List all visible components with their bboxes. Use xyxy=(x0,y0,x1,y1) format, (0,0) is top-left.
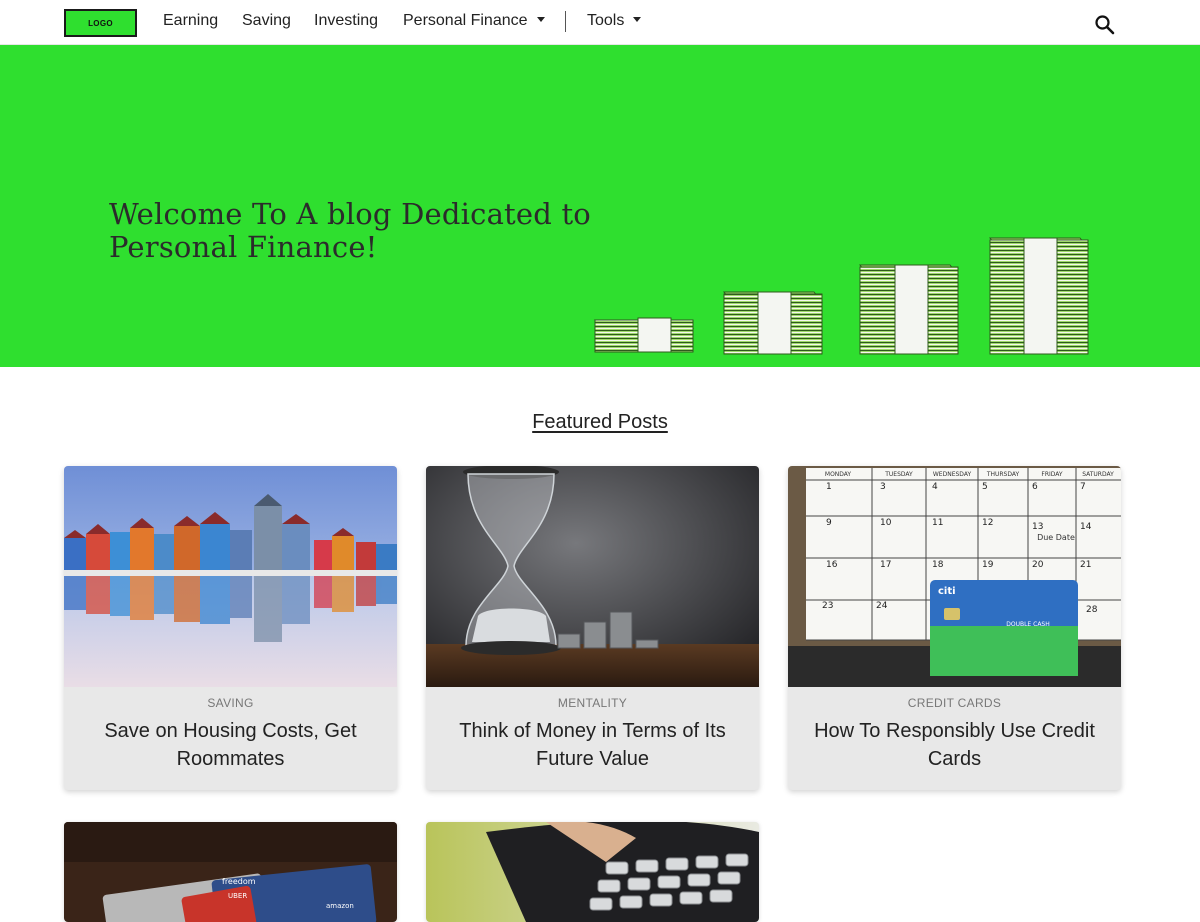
post-card-housing[interactable]: SAVING Save on Housing Costs, Get Roomma… xyxy=(64,466,397,790)
calendar-date: 6 xyxy=(1032,482,1038,492)
money-stack-small xyxy=(593,317,695,353)
calendar-date: 13 xyxy=(1032,522,1043,532)
calendar-day-header: THURSDAY xyxy=(986,471,1020,478)
card-label-amazon: amazon xyxy=(326,902,354,910)
nav-personal-finance-dropdown[interactable]: Personal Finance xyxy=(403,12,545,30)
post-image-calendar-credit-card: MONDAY TUESDAY WEDNESDAY THURSDAY FRIDAY… xyxy=(788,466,1121,687)
post-image-credit-cards-stack: freedom UBER amazon xyxy=(64,822,397,922)
search-icon xyxy=(1095,15,1115,35)
post-card-calculator[interactable] xyxy=(426,822,759,922)
calendar-day-header: MONDAY xyxy=(825,471,852,478)
post-title[interactable]: Save on Housing Costs, Get Roommates xyxy=(84,717,377,773)
nav-investing[interactable]: Investing xyxy=(314,12,378,30)
post-image-waterfront-houses xyxy=(64,466,397,687)
post-title[interactable]: How To Responsibly Use Credit Cards xyxy=(808,717,1101,773)
nav-divider xyxy=(565,11,566,32)
calendar-date: 9 xyxy=(826,518,832,528)
calendar-date: 4 xyxy=(932,482,938,492)
calendar-date: 7 xyxy=(1080,482,1086,492)
hero-title: Welcome To A blog Dedicated to Personal … xyxy=(109,197,591,264)
calendar-day-header: TUESDAY xyxy=(884,471,913,478)
card-brand: citi xyxy=(938,586,956,597)
top-navbar: LOGO Earning Saving Investing Personal F… xyxy=(0,0,1200,45)
card-name: DOUBLE CASH xyxy=(1006,621,1050,628)
due-date-note: Due Date xyxy=(1037,533,1075,542)
money-stack-medium xyxy=(722,291,824,355)
post-title[interactable]: Think of Money in Terms of Its Future Va… xyxy=(446,717,739,773)
calendar-date: 12 xyxy=(982,518,993,528)
post-card-future-value[interactable]: MENTALITY Think of Money in Terms of Its… xyxy=(426,466,759,790)
calendar-date: 16 xyxy=(826,560,838,570)
calendar-date: 14 xyxy=(1080,522,1092,532)
calendar-date: 20 xyxy=(1032,560,1044,570)
nav-tools-dropdown[interactable]: Tools xyxy=(587,12,642,30)
calendar-date: 21 xyxy=(1080,560,1091,570)
search-button[interactable] xyxy=(1094,14,1116,36)
calendar-date: 17 xyxy=(880,560,891,570)
calendar-day-header: SATURDAY xyxy=(1082,471,1114,478)
calendar-date: 5 xyxy=(982,482,988,492)
calendar-date: 19 xyxy=(982,560,994,570)
caret-down-icon xyxy=(536,17,545,22)
calendar-date: 18 xyxy=(932,560,944,570)
calendar-date: 11 xyxy=(932,518,943,528)
post-card-credit-cards-stack[interactable]: freedom UBER amazon xyxy=(64,822,397,922)
calendar-date: 24 xyxy=(876,601,888,611)
featured-posts-title[interactable]: Featured Posts xyxy=(532,411,668,433)
post-image-hourglass-coins xyxy=(426,466,759,687)
calendar-day-header: FRIDAY xyxy=(1041,471,1063,478)
money-stacks-illustration xyxy=(593,237,1090,355)
calendar-date: 10 xyxy=(880,518,892,528)
calendar-day-header: WEDNESDAY xyxy=(933,471,972,478)
calendar-date: 1 xyxy=(826,482,832,492)
money-stack-large xyxy=(858,264,960,355)
post-category: MENTALITY xyxy=(557,696,628,710)
caret-down-icon xyxy=(633,17,642,22)
card-label-uber: UBER xyxy=(228,892,247,900)
nav-tools-label: Tools xyxy=(587,12,625,29)
nav-personal-finance-label: Personal Finance xyxy=(403,12,528,29)
post-card-credit-cards[interactable]: MONDAY TUESDAY WEDNESDAY THURSDAY FRIDAY… xyxy=(788,466,1121,790)
post-category: CREDIT CARDS xyxy=(907,696,1002,710)
post-category: SAVING xyxy=(207,696,254,710)
money-stack-largest xyxy=(988,237,1090,355)
hero-banner: Welcome To A blog Dedicated to Personal … xyxy=(0,45,1200,367)
calendar-date: 3 xyxy=(880,482,886,492)
calendar-date: 28 xyxy=(1086,605,1098,615)
calendar-date: 23 xyxy=(822,601,833,611)
card-label-freedom: freedom xyxy=(222,877,256,886)
logo[interactable]: LOGO xyxy=(64,9,137,37)
nav-saving[interactable]: Saving xyxy=(242,12,291,30)
post-image-calculator-keypad xyxy=(426,822,759,922)
nav-earning[interactable]: Earning xyxy=(163,12,218,30)
featured-posts-heading: Featured Posts xyxy=(0,411,1200,434)
